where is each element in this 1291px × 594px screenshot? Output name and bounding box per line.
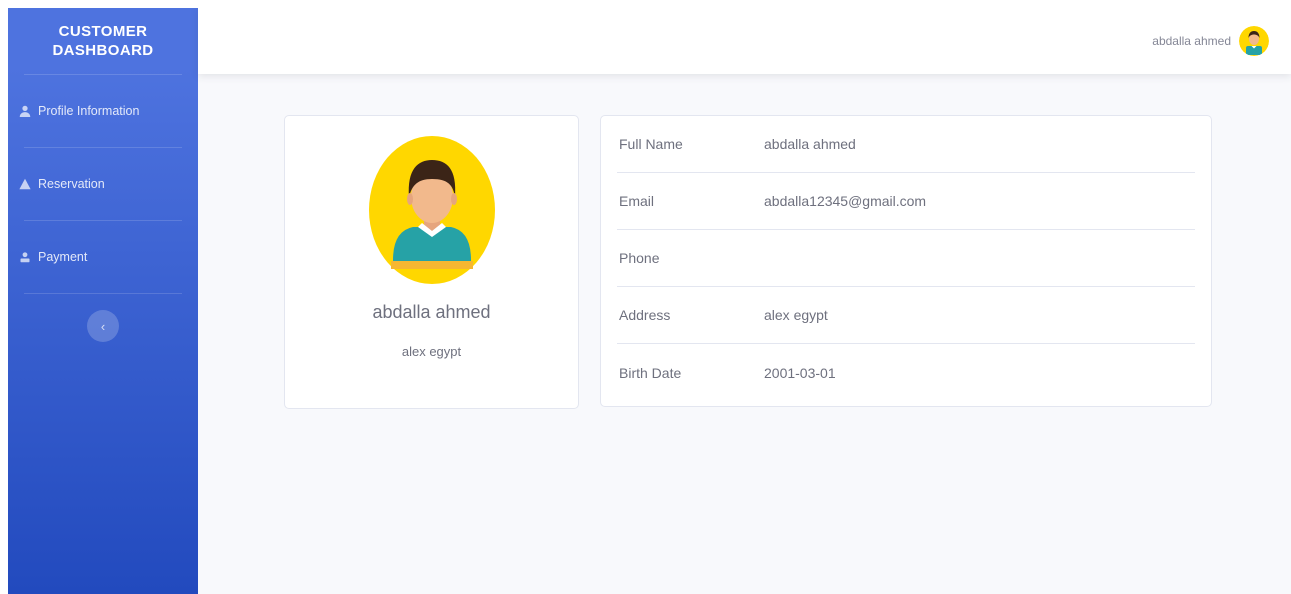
- profile-avatar: [368, 135, 496, 285]
- detail-row-email: Email abdalla12345@gmail.com: [617, 173, 1195, 230]
- sidebar-item-label: Payment: [38, 250, 88, 264]
- detail-value: alex egypt: [764, 307, 828, 323]
- chevron-left-icon: ‹: [100, 318, 106, 334]
- detail-label: Phone: [619, 250, 660, 266]
- sidebar-item-profile-information[interactable]: Profile Information: [8, 75, 198, 147]
- sidebar-item-label: Reservation: [38, 177, 105, 191]
- brand-text: CUSTOMER DASHBOARD: [52, 23, 154, 59]
- profile-name: abdalla ahmed: [372, 302, 491, 322]
- sidebar-item-label: Profile Information: [38, 104, 140, 118]
- sidebar-toggle-button[interactable]: ‹: [87, 310, 119, 342]
- profile-details-card: Full Name abdalla ahmed Email abdalla123…: [600, 115, 1212, 407]
- sidebar-brand[interactable]: CUSTOMER DASHBOARD: [8, 8, 198, 74]
- warning-icon: [18, 177, 32, 191]
- detail-value: abdalla ahmed: [764, 136, 856, 152]
- user-icon: [18, 104, 32, 118]
- detail-row-address: Address alex egypt: [617, 287, 1195, 344]
- detail-label: Email: [619, 193, 655, 209]
- detail-value: abdalla12345@gmail.com: [764, 193, 927, 209]
- detail-label: Birth Date: [619, 364, 682, 381]
- topbar: abdalla ahmed: [198, 8, 1291, 74]
- app-frame: CUSTOMER DASHBOARD Profile Information R…: [8, 8, 1291, 594]
- profile-card: abdalla ahmed alex egypt: [284, 115, 579, 409]
- sidebar: CUSTOMER DASHBOARD Profile Information R…: [8, 8, 198, 594]
- user-avatar-icon[interactable]: [1239, 26, 1269, 56]
- id-badge-icon: [18, 250, 32, 264]
- topbar-user-name[interactable]: abdalla ahmed: [1152, 34, 1231, 48]
- detail-label: Address: [619, 307, 671, 323]
- detail-row-phone: Phone: [617, 230, 1195, 287]
- detail-label: Full Name: [619, 136, 683, 152]
- detail-row-full-name: Full Name abdalla ahmed: [617, 116, 1195, 173]
- detail-row-birth-date: Birth Date 2001-03-01: [617, 344, 1195, 401]
- profile-location: alex egypt: [401, 344, 462, 359]
- sidebar-toggle-wrap: ‹: [8, 294, 198, 342]
- detail-value: 2001-03-01: [764, 364, 836, 381]
- sidebar-item-payment[interactable]: Payment: [8, 221, 198, 293]
- sidebar-item-reservation[interactable]: Reservation: [8, 148, 198, 220]
